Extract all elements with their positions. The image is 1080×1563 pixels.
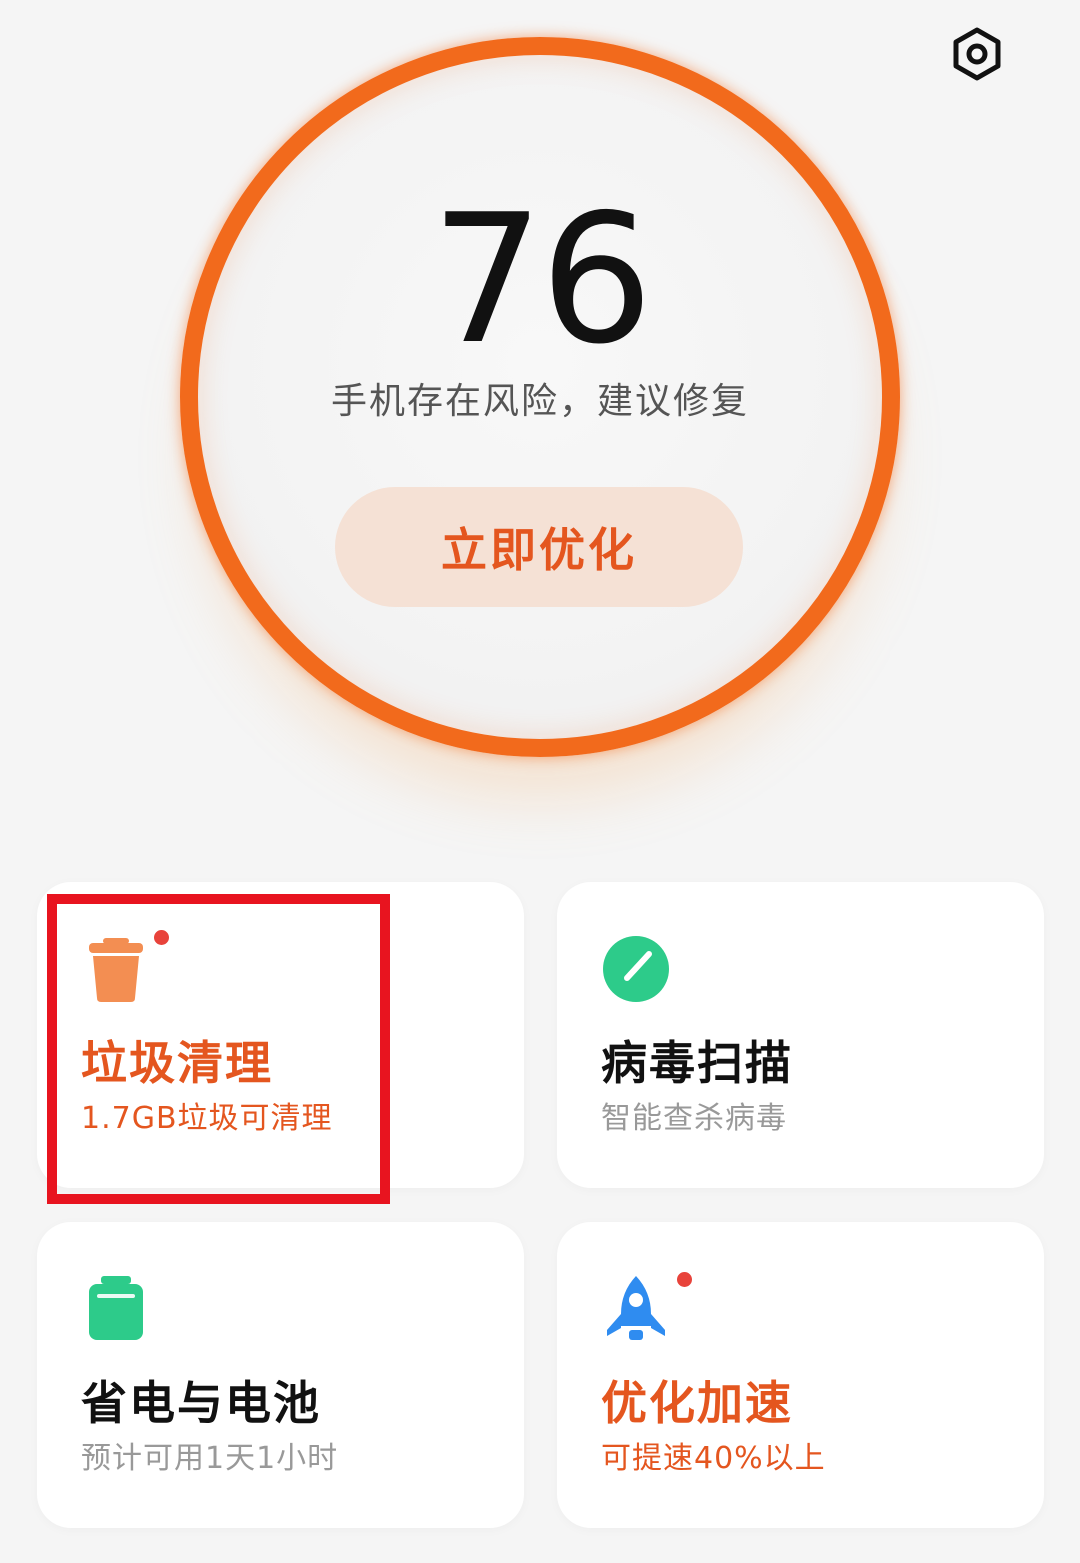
trash-icon — [89, 938, 143, 1002]
gear-icon — [953, 27, 1001, 81]
notification-dot — [154, 930, 169, 945]
notification-dot — [677, 1272, 692, 1287]
card-battery[interactable]: 省电与电池 预计可用1天1小时 — [37, 1222, 524, 1528]
card-title: 省电与电池 — [81, 1376, 321, 1430]
battery-icon — [89, 1276, 143, 1340]
card-speed-boost[interactable]: 优化加速 可提速40%以上 — [557, 1222, 1044, 1528]
card-title: 病毒扫描 — [601, 1036, 793, 1090]
card-subtitle: 可提速40%以上 — [601, 1441, 826, 1476]
card-subtitle: 智能查杀病毒 — [601, 1101, 787, 1136]
card-junk-cleanup[interactable]: 垃圾清理 1.7GB垃圾可清理 — [37, 882, 524, 1188]
card-title: 优化加速 — [601, 1376, 793, 1430]
card-subtitle: 预计可用1天1小时 — [81, 1441, 339, 1476]
settings-button[interactable] — [947, 24, 1007, 84]
shield-scan-icon — [603, 936, 669, 1002]
card-subtitle: 1.7GB垃圾可清理 — [81, 1101, 333, 1136]
health-score: 76 — [430, 176, 654, 383]
score-description: 手机存在风险，建议修复 — [330, 381, 749, 422]
card-virus-scan[interactable]: 病毒扫描 智能查杀病毒 — [557, 882, 1044, 1188]
card-title: 垃圾清理 — [81, 1036, 273, 1090]
rocket-icon — [607, 1276, 665, 1340]
optimize-now-button[interactable]: 立即优化 — [335, 487, 743, 607]
